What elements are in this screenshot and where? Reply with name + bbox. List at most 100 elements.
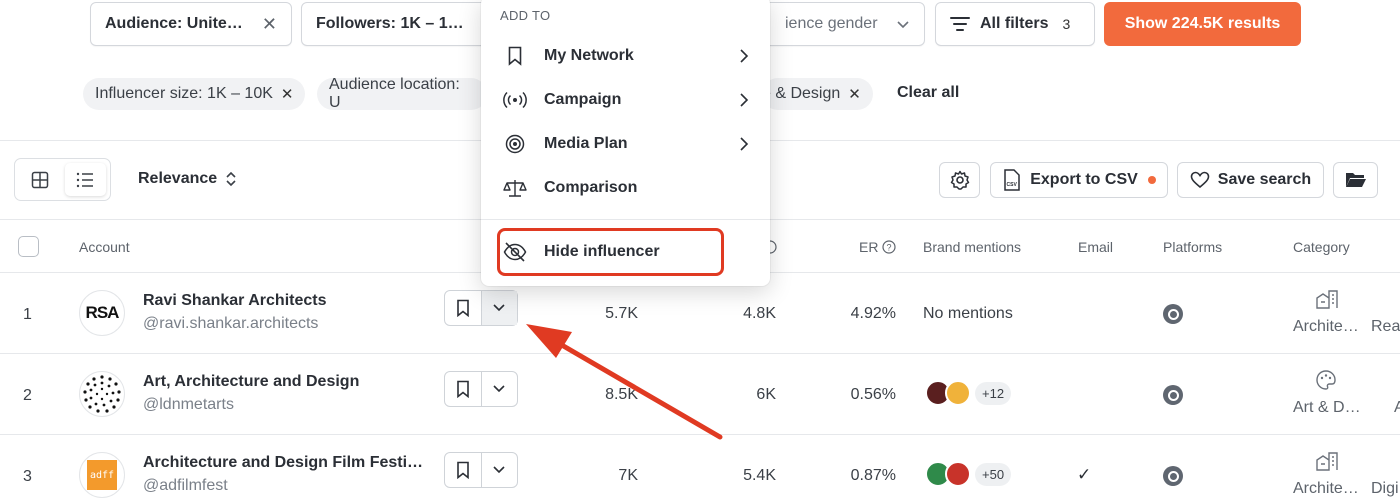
followers-value: 8.5K — [605, 386, 638, 403]
account-name[interactable]: Ravi Shankar Architects — [143, 292, 326, 310]
svg-text:?: ? — [887, 243, 892, 253]
menu-header: ADD TO — [500, 8, 551, 23]
clear-all-link[interactable]: Clear all — [897, 84, 959, 102]
bookmark-icon — [457, 461, 469, 479]
heart-icon — [1190, 171, 1210, 189]
bookmark-button[interactable] — [445, 372, 481, 406]
er-value: 4.92% — [850, 305, 896, 322]
engagements-value: 6K — [756, 386, 776, 403]
chevron-down-icon — [897, 21, 909, 29]
category-label: A — [1394, 399, 1400, 416]
audience-filter-button[interactable]: Audience: Unite… ✕ — [90, 2, 292, 46]
brand-logos[interactable]: +50 — [925, 461, 1012, 487]
saved-searches-button[interactable] — [1333, 162, 1378, 198]
engagements-value: 5.4K — [743, 467, 776, 484]
row-actions — [444, 452, 518, 488]
account-handle: @ravi.shankar.architects — [143, 315, 319, 332]
grid-view-button[interactable] — [19, 163, 61, 196]
chip-category[interactable]: e & Design ✕ — [762, 78, 873, 110]
chevron-down-icon — [493, 466, 506, 474]
chip-label: Audience location: U — [329, 76, 460, 111]
filter-icon — [950, 17, 970, 31]
row-actions — [444, 290, 518, 326]
account-handle: @adfilmfest — [143, 477, 228, 494]
chevron-down-icon — [493, 304, 506, 312]
header-account: Account — [79, 239, 130, 255]
bookmark-button[interactable] — [445, 453, 481, 487]
more-brands-badge[interactable]: +50 — [975, 462, 1012, 486]
more-brands-badge[interactable]: +12 — [975, 381, 1012, 405]
category-label: Art & D… — [1293, 399, 1361, 416]
menu-item-media-plan[interactable]: Media Plan — [481, 124, 770, 164]
chip-influencer-size[interactable]: Influencer size: 1K – 10K ✕ — [83, 78, 306, 110]
menu-item-label: Media Plan — [544, 135, 628, 152]
save-search-button[interactable]: Save search — [1177, 162, 1324, 198]
avatar-dots-logo — [83, 375, 121, 413]
menu-item-label: Comparison — [544, 179, 638, 196]
building-icon — [1316, 290, 1338, 309]
scale-icon — [503, 176, 527, 200]
avatar[interactable]: RSA — [79, 290, 125, 336]
export-csv-button[interactable]: CSV Export to CSV — [990, 162, 1168, 198]
brand-logo — [945, 380, 971, 406]
menu-item-campaign[interactable]: Campaign — [481, 80, 770, 120]
close-icon[interactable]: ✕ — [281, 85, 294, 103]
add-to-dropdown-button[interactable] — [480, 453, 517, 487]
close-icon[interactable]: ✕ — [848, 85, 861, 103]
er-value: 0.87% — [850, 467, 896, 484]
menu-item-label: My Network — [544, 47, 634, 64]
bookmark-icon — [503, 44, 527, 68]
audience-filter-label: Audience: Unite… — [105, 15, 243, 32]
bookmark-button[interactable] — [445, 291, 481, 325]
add-to-dropdown-button[interactable] — [480, 372, 517, 406]
row-number: 2 — [23, 387, 32, 404]
divider — [0, 353, 1400, 354]
palette-icon — [1316, 370, 1336, 390]
email-available-check: ✓ — [1077, 465, 1092, 484]
notification-dot — [1147, 176, 1156, 184]
sort-icon — [226, 171, 236, 187]
settings-button[interactable] — [939, 162, 980, 198]
chevron-right-icon — [740, 49, 749, 63]
er-value: 0.56% — [850, 386, 896, 403]
category-label: Archite… — [1293, 480, 1359, 497]
building-icon — [1316, 452, 1338, 471]
followers-value: 5.7K — [605, 305, 638, 322]
followers-value: 7K — [618, 467, 638, 484]
row-actions — [444, 371, 518, 407]
all-filters-button[interactable]: All filters 3 — [935, 2, 1095, 46]
show-results-button[interactable]: Show 224.5K results — [1104, 2, 1301, 46]
gear-icon — [950, 170, 969, 190]
brand-logos[interactable]: +12 — [925, 380, 1012, 406]
account-name[interactable]: Architecture and Design Film Festi… — [143, 454, 423, 472]
menu-item-comparison[interactable]: Comparison — [481, 168, 770, 208]
add-to-dropdown-button[interactable] — [480, 291, 517, 325]
export-csv-label: Export to CSV — [1030, 171, 1138, 188]
grid-icon — [31, 171, 48, 188]
audience-gender-label: ience gender — [785, 15, 878, 32]
instagram-icon[interactable] — [1163, 304, 1183, 324]
svg-text:CSV: CSV — [1007, 182, 1018, 188]
engagements-value: 4.8K — [743, 305, 776, 322]
avatar[interactable]: adff — [79, 452, 125, 498]
sort-dropdown[interactable]: Relevance — [138, 170, 237, 188]
instagram-icon[interactable] — [1163, 385, 1183, 405]
header-platforms: Platforms — [1163, 239, 1223, 255]
account-name[interactable]: Art, Architecture and Design — [143, 373, 359, 391]
header-brand-mentions: Brand mentions — [923, 239, 1022, 255]
close-icon[interactable]: ✕ — [262, 14, 277, 35]
folder-icon — [1345, 173, 1366, 187]
menu-item-my-network[interactable]: My Network — [481, 36, 770, 76]
avatar[interactable] — [79, 371, 125, 417]
bookmark-icon — [457, 380, 469, 398]
list-view-button[interactable] — [64, 163, 106, 196]
followers-filter-button[interactable]: Followers: 1K – 1… — [301, 2, 491, 46]
chip-audience-location[interactable]: Audience location: U — [317, 76, 487, 111]
instagram-icon[interactable] — [1163, 466, 1183, 486]
select-all-checkbox[interactable] — [18, 236, 39, 257]
category-label: Rea — [1371, 318, 1400, 335]
save-search-label: Save search — [1217, 171, 1312, 188]
row-number: 3 — [23, 468, 32, 485]
csv-file-icon: CSV — [1004, 169, 1020, 191]
all-filters-label: All filters — [980, 15, 1049, 32]
